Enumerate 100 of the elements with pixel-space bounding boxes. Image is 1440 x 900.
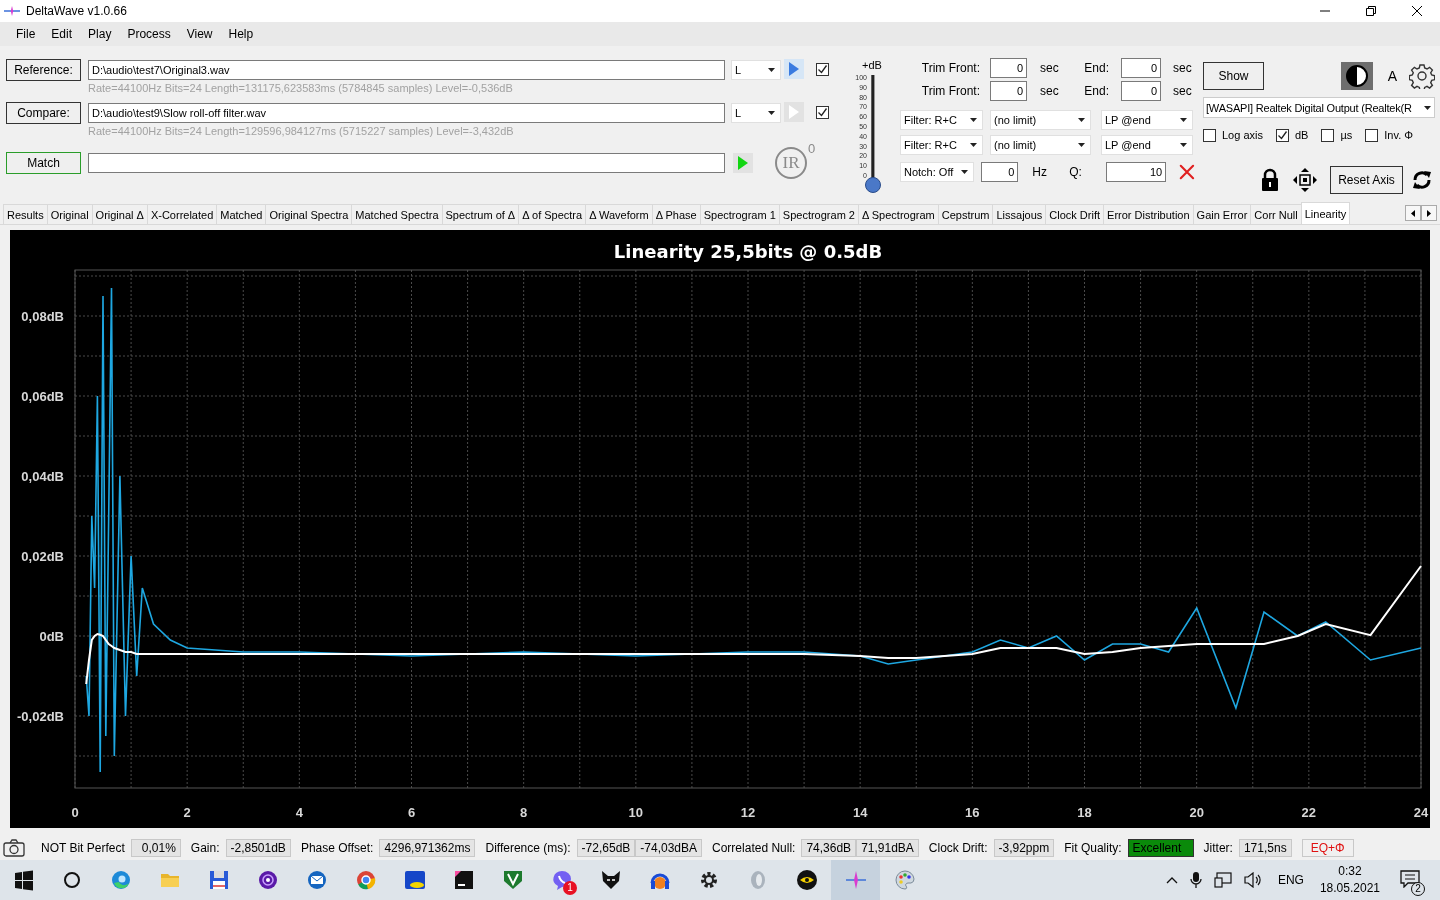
volume-icon[interactable] bbox=[1243, 872, 1262, 888]
device-dropdown[interactable]: [WASAPI] Realtek Digital Output (Realtek(R bbox=[1203, 97, 1435, 118]
match-field[interactable] bbox=[88, 153, 725, 173]
lock-icon[interactable] bbox=[1260, 168, 1280, 192]
menu-item[interactable]: Process bbox=[119, 27, 179, 41]
show-button[interactable]: Show bbox=[1203, 62, 1264, 90]
eye-icon[interactable] bbox=[795, 869, 818, 891]
tab[interactable]: Δ of Spectra bbox=[518, 204, 587, 224]
browser-icon[interactable] bbox=[354, 869, 377, 891]
dark-square-icon[interactable] bbox=[452, 869, 475, 891]
filter-dropdown[interactable]: Filter: R+C bbox=[900, 134, 983, 155]
tab[interactable]: Lissajous bbox=[992, 204, 1047, 224]
play-icon bbox=[738, 155, 748, 170]
number-field[interactable]: 0 bbox=[1121, 58, 1161, 78]
scroll-left-button[interactable] bbox=[1405, 205, 1421, 221]
lowpass-dropdown[interactable]: LP @end bbox=[1101, 134, 1193, 155]
checkbox-label: Log axis bbox=[1222, 129, 1263, 141]
filter-dropdown[interactable]: Filter: R+C bbox=[900, 109, 983, 130]
app-tile-icon[interactable] bbox=[403, 869, 426, 891]
caret-icon bbox=[1078, 117, 1085, 122]
lowpass-dropdown[interactable]: LP @end bbox=[1101, 109, 1193, 130]
reset-axis-button[interactable]: Reset Axis bbox=[1330, 166, 1403, 194]
axis-label: 0,08dB bbox=[21, 309, 64, 324]
match-button[interactable]: Match bbox=[6, 151, 81, 174]
checkbox[interactable] bbox=[1276, 128, 1289, 142]
tab[interactable]: Δ Spectrogram bbox=[858, 204, 939, 224]
checkbox[interactable] bbox=[1203, 128, 1216, 142]
fox-icon[interactable] bbox=[599, 869, 622, 891]
arrow-right-icon bbox=[1427, 209, 1431, 217]
checkbox[interactable] bbox=[816, 106, 829, 119]
language-indicator[interactable]: ENG bbox=[1277, 873, 1304, 887]
font-button[interactable]: A bbox=[1387, 68, 1397, 84]
axis-label: 16 bbox=[965, 805, 980, 820]
checkbox-label: dB bbox=[1295, 129, 1309, 141]
tab[interactable]: Spectrum of Δ bbox=[441, 204, 520, 224]
slider-thumb[interactable] bbox=[865, 177, 881, 193]
file-path-field[interactable]: D:\audio\test9\Slow roll-off filter.wav bbox=[88, 103, 725, 123]
menu-item[interactable]: Edit bbox=[43, 27, 81, 41]
axis-label: 0,04dB bbox=[21, 469, 64, 484]
tab[interactable]: Results bbox=[3, 204, 48, 224]
tab[interactable]: Cepstrum bbox=[937, 204, 994, 224]
network-icon[interactable] bbox=[1213, 872, 1232, 888]
limit-dropdown[interactable]: (no limit) bbox=[990, 109, 1091, 130]
browser-icon[interactable] bbox=[109, 869, 132, 891]
chart-title: Linearity 25,5bits @ 0.5dB bbox=[613, 241, 883, 262]
menu-item[interactable]: Play bbox=[80, 27, 120, 41]
number-field[interactable]: 10 bbox=[1106, 161, 1167, 182]
number-field[interactable]: 0 bbox=[990, 58, 1027, 78]
move-icon[interactable] bbox=[1292, 167, 1318, 193]
clock-date[interactable]: 18.05.2021 bbox=[1319, 880, 1380, 897]
axis-label: 4 bbox=[295, 805, 303, 820]
shield-icon[interactable] bbox=[501, 869, 524, 891]
channel-dropdown[interactable]: L bbox=[731, 60, 781, 80]
play-button[interactable] bbox=[784, 59, 804, 79]
scroll-right-button[interactable] bbox=[1421, 205, 1437, 221]
camera-icon[interactable] bbox=[3, 838, 25, 857]
checkbox[interactable] bbox=[816, 63, 829, 76]
number-field[interactable]: 0 bbox=[1121, 81, 1161, 101]
status-label: NOT Bit Perfect bbox=[41, 840, 125, 855]
settings-icon[interactable] bbox=[1409, 63, 1435, 89]
status-value: -74,03dBA bbox=[635, 838, 703, 857]
clear-icon[interactable] bbox=[1179, 162, 1195, 181]
envelope-icon[interactable] bbox=[305, 869, 328, 891]
tab[interactable]: Linearity bbox=[1300, 202, 1351, 224]
file-button[interactable]: Compare: bbox=[6, 102, 81, 124]
clock-time[interactable]: 0:32 bbox=[1338, 863, 1362, 880]
eq-button[interactable]: EQ+Φ bbox=[1301, 838, 1354, 857]
limit-dropdown[interactable]: (no limit) bbox=[990, 134, 1091, 155]
menu-item[interactable]: File bbox=[8, 27, 44, 41]
tab[interactable]: Original bbox=[46, 204, 93, 224]
channel-dropdown[interactable]: L bbox=[731, 103, 781, 123]
chevron-up-icon[interactable] bbox=[1165, 876, 1178, 884]
axis-label: -0,02dB bbox=[17, 709, 64, 724]
tab[interactable]: Original Δ bbox=[91, 204, 148, 224]
tab[interactable]: Matched Spectra bbox=[351, 204, 443, 224]
axis-label: 8 bbox=[520, 805, 528, 820]
disc-icon[interactable] bbox=[256, 869, 279, 891]
tab[interactable]: Spectrogram 1 bbox=[699, 204, 780, 224]
checkbox[interactable] bbox=[1321, 128, 1335, 142]
palette-icon[interactable] bbox=[893, 869, 916, 891]
tab[interactable]: Original Spectra bbox=[265, 204, 353, 224]
refresh-icon[interactable] bbox=[1411, 168, 1433, 192]
microphone-icon[interactable] bbox=[1189, 871, 1202, 889]
contrast-icon[interactable] bbox=[1340, 62, 1373, 90]
axis-label: 10 bbox=[628, 805, 644, 820]
file-button[interactable]: Reference: bbox=[6, 59, 81, 81]
number-field[interactable]: 0 bbox=[990, 81, 1027, 101]
status-value: 4296,971362ms bbox=[379, 838, 476, 857]
start-icon[interactable] bbox=[12, 869, 35, 891]
menu-item[interactable]: Help bbox=[220, 27, 262, 41]
menu-item[interactable]: View bbox=[178, 27, 221, 41]
field-label: End: bbox=[1083, 84, 1109, 98]
axis-label: 24 bbox=[1413, 805, 1429, 820]
status-value: -72,65dB bbox=[576, 838, 636, 857]
file-info: Rate=44100Hz Bits=24 Length=129596,984127ms (5715227 samples) Level=-3,432dB bbox=[88, 124, 515, 138]
notch-dropdown[interactable]: Notch: Off bbox=[900, 161, 975, 182]
file-path-field[interactable]: D:\audio\test7\Original3.wav bbox=[88, 60, 725, 80]
number-field[interactable]: 0 bbox=[981, 161, 1019, 182]
tab[interactable]: Spectrogram 2 bbox=[778, 204, 859, 224]
checkbox[interactable] bbox=[1365, 128, 1379, 142]
